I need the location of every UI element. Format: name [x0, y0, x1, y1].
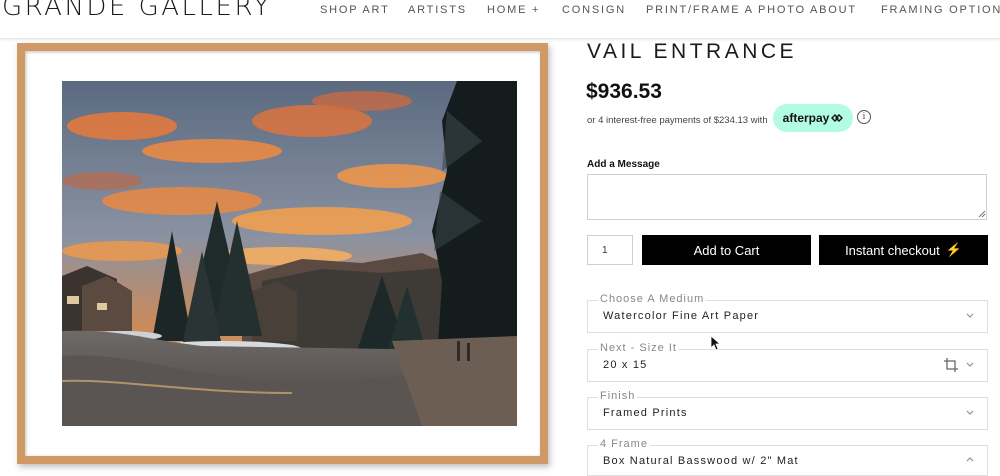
medium-label: Choose A Medium — [598, 293, 707, 305]
finish-label: Finish — [598, 390, 638, 402]
quantity-input[interactable] — [587, 235, 633, 265]
nav-framing-options[interactable]: FRAMING OPTIONS — [881, 4, 1000, 16]
mouse-cursor-icon — [710, 335, 722, 351]
lightning-bolt-icon: ⚡ — [945, 242, 962, 257]
crop-icon[interactable] — [943, 357, 959, 373]
size-value: 20 x 15 — [603, 359, 648, 371]
resize-grip-icon[interactable] — [978, 210, 986, 218]
nav-about[interactable]: ABOUT — [810, 4, 857, 16]
frame-label: 4 Frame — [598, 438, 650, 450]
message-input[interactable] — [587, 174, 987, 220]
framed-artwork[interactable] — [17, 43, 548, 464]
nav-print-frame-photo[interactable]: PRINT/FRAME A PHOTO — [646, 4, 806, 16]
chevron-down-icon — [966, 362, 974, 367]
finish-value: Framed Prints — [603, 407, 688, 419]
afterpay-installments-text: or 4 interest-free payments of $234.13 w… — [587, 115, 768, 126]
nav-shop-art[interactable]: SHOP ART — [320, 4, 390, 16]
frame-value: Box Natural Basswood w/ 2" Mat — [603, 455, 799, 467]
artwork-mat — [25, 51, 540, 456]
afterpay-logo-text: afterpay — [782, 111, 830, 125]
site-logo[interactable]: GRANDE GALLERY — [2, 0, 272, 22]
chevron-up-icon — [966, 457, 974, 462]
afterpay-badge[interactable]: afterpay — [773, 104, 853, 132]
chevron-down-icon — [966, 313, 974, 318]
afterpay-loop-icon — [831, 114, 844, 122]
message-label: Add a Message — [587, 159, 660, 170]
instant-checkout-label: Instant checkout — [845, 242, 940, 258]
finish-select[interactable]: Framed Prints — [587, 397, 988, 430]
nav-home[interactable]: HOME + — [487, 4, 540, 16]
add-to-cart-label: Add to Cart — [693, 242, 760, 258]
nav-consign[interactable]: CONSIGN — [562, 4, 626, 16]
instant-checkout-button[interactable]: Instant checkout ⚡ — [819, 235, 988, 265]
artwork-photo — [62, 81, 517, 426]
chevron-down-icon — [966, 410, 974, 415]
product-price: $936.53 — [586, 80, 662, 103]
size-label: Next - Size It — [598, 342, 679, 354]
site-header: GRANDE GALLERY SHOP ART ARTISTS HOME + C… — [0, 0, 1000, 39]
medium-value: Watercolor Fine Art Paper — [603, 310, 760, 322]
nav-artists[interactable]: ARTISTS — [408, 4, 467, 16]
add-to-cart-button[interactable]: Add to Cart — [642, 235, 811, 265]
product-title: VAIL ENTRANCE — [587, 40, 798, 63]
info-icon[interactable]: i — [857, 110, 871, 124]
